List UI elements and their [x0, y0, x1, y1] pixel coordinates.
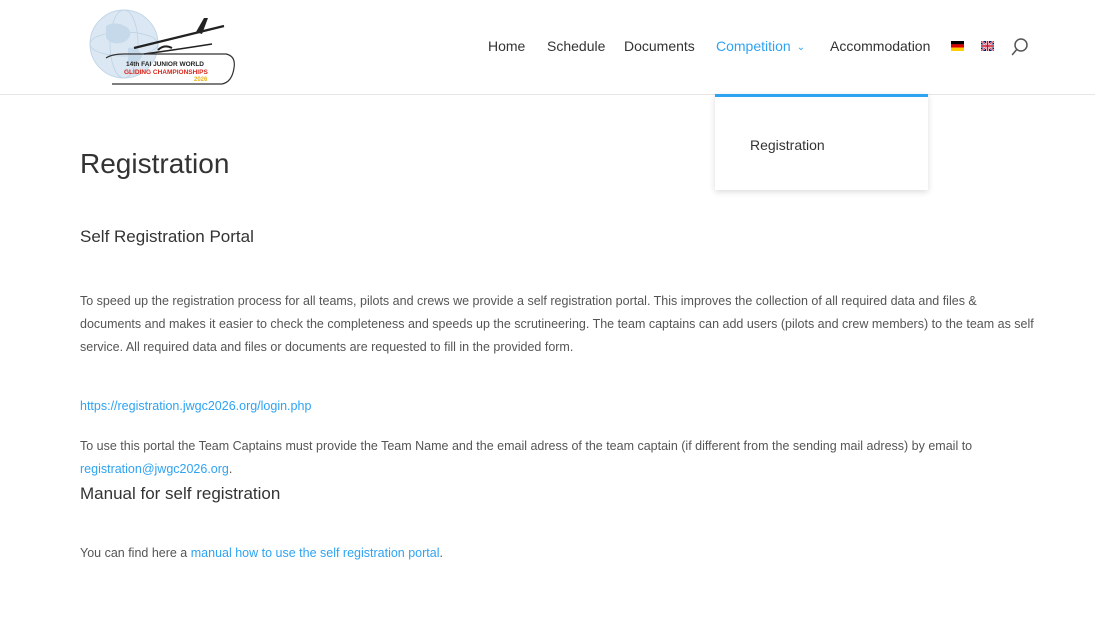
logo-year: 2026: [194, 77, 208, 83]
manual-text-end: .: [439, 546, 443, 560]
page-title: Registration: [80, 148, 230, 179]
section-heading-portal: Self Registration Portal: [80, 227, 254, 246]
manual-text: You can find here a: [80, 546, 191, 560]
email-link[interactable]: registration@jwgc2026.org: [80, 462, 229, 476]
logo-line2: GLIDING CHAMPIONSHIPS: [124, 69, 208, 76]
portal-link[interactable]: https://registration.jwgc2026.org/login.…: [80, 399, 311, 413]
nav-documents[interactable]: Documents: [624, 38, 695, 54]
site-header: 14th FAI JUNIOR WORLD GLIDING CHAMPIONSH…: [0, 0, 1095, 95]
captain-info-end: .: [228, 462, 233, 476]
nav-accommodation[interactable]: Accommodation: [830, 38, 930, 54]
chevron-down-icon: ⌄: [796, 42, 806, 53]
manual-link[interactable]: manual how to use the self registration …: [191, 546, 440, 560]
nav-competition-label: Competition: [716, 38, 791, 54]
captain-info-paragraph: To use this portal the Team Captains mus…: [80, 435, 1040, 481]
captain-info-text: To use this portal the Team Captains mus…: [80, 439, 973, 453]
search-icon[interactable]: [1011, 37, 1029, 57]
section-heading-manual: Manual for self registration: [80, 484, 281, 503]
manual-paragraph: You can find here a manual how to use th…: [80, 542, 1040, 565]
nav-competition[interactable]: Competition ⌄: [716, 38, 805, 54]
main-nav: Home Schedule Documents Competition ⌄ Acc…: [0, 38, 1095, 60]
competition-dropdown: Registration: [715, 94, 928, 190]
german-flag-icon[interactable]: [951, 41, 964, 51]
dropdown-item-registration[interactable]: Registration: [750, 137, 825, 153]
nav-home[interactable]: Home: [488, 38, 525, 54]
section-paragraph-portal: To speed up the registration process for…: [80, 294, 1034, 354]
uk-flag-icon[interactable]: [981, 41, 994, 51]
portal-link-paragraph: https://registration.jwgc2026.org/login.…: [80, 395, 1040, 418]
nav-schedule[interactable]: Schedule: [547, 38, 605, 54]
logo-line1: 14th FAI JUNIOR WORLD: [126, 61, 204, 68]
